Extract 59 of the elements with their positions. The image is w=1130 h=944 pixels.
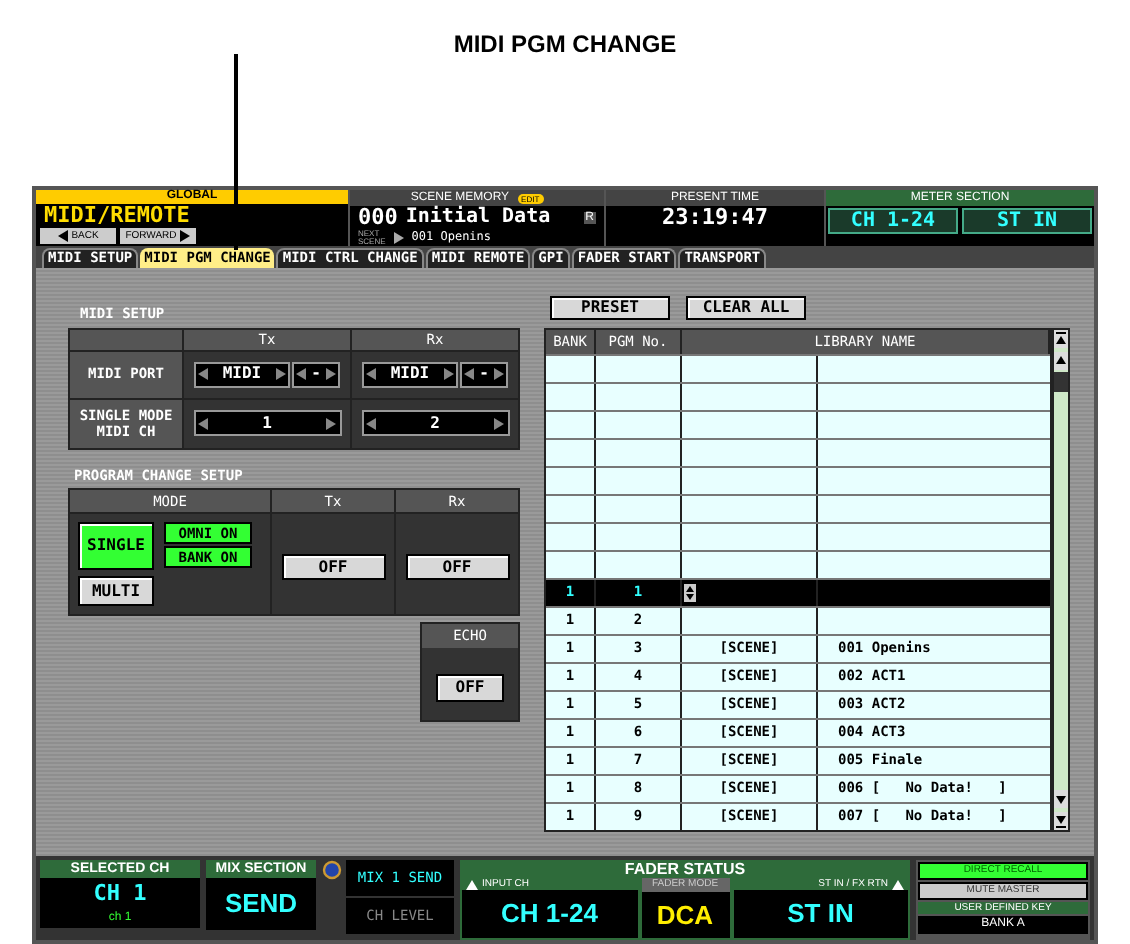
table-row[interactable] xyxy=(546,494,1050,522)
action-button[interactable]: PRESET xyxy=(550,296,670,320)
off-button[interactable]: OFF xyxy=(405,554,509,580)
table-row[interactable] xyxy=(546,550,1050,578)
up-down-arrows-icon[interactable] xyxy=(684,584,696,602)
mix-section-value[interactable]: SEND xyxy=(206,878,316,930)
off-button[interactable]: OFF xyxy=(281,554,385,580)
scroll-thumb[interactable] xyxy=(1054,372,1068,392)
scene-number: 000 xyxy=(358,206,398,228)
left-arrow-icon[interactable] xyxy=(366,368,376,380)
action-button[interactable]: CLEAR ALL xyxy=(686,296,806,320)
value-field[interactable]: - xyxy=(292,361,340,387)
value-field[interactable]: MIDI xyxy=(194,361,290,387)
meter-button[interactable]: ST IN xyxy=(962,208,1092,234)
right-arrow-icon[interactable] xyxy=(325,368,336,380)
mode-button[interactable]: SINGLE xyxy=(78,522,154,570)
left-arrow-icon[interactable] xyxy=(464,368,474,380)
panel-title: FADER STATUS xyxy=(622,860,748,878)
table-row[interactable] xyxy=(546,522,1050,550)
right-arrow-icon[interactable] xyxy=(494,417,505,429)
left-arrow-icon[interactable] xyxy=(198,368,208,380)
echo-button[interactable]: OFF xyxy=(436,674,504,702)
value-field[interactable]: 1 xyxy=(193,410,341,436)
table-row[interactable] xyxy=(546,354,1050,382)
scroll-bar[interactable] xyxy=(1052,328,1070,832)
knob-icon[interactable] xyxy=(322,860,342,880)
left-arrow-icon[interactable] xyxy=(197,417,207,429)
screen-title: MIDI/REMOTE xyxy=(42,204,192,226)
table-row[interactable] xyxy=(546,438,1050,466)
table-row[interactable] xyxy=(546,382,1050,410)
mode-button[interactable]: MULTI xyxy=(78,576,154,606)
right-arrow-icon[interactable] xyxy=(275,368,286,380)
left-arrow-icon[interactable] xyxy=(296,368,306,380)
present-time: 23:19:47 xyxy=(660,206,770,230)
right-arrow-icon xyxy=(393,231,404,243)
st-in-value[interactable]: ST IN xyxy=(733,890,908,938)
up-arrow-icon xyxy=(466,879,478,889)
table-row[interactable] xyxy=(546,466,1050,494)
scroll-to-top-icon[interactable] xyxy=(1054,330,1068,348)
right-arrow-icon[interactable] xyxy=(326,417,337,429)
right-arrow-icon[interactable] xyxy=(443,368,454,380)
up-arrow-icon xyxy=(892,879,904,889)
left-arrow-icon[interactable] xyxy=(57,230,68,242)
left-arrow-icon[interactable] xyxy=(365,417,375,429)
right-arrow-icon[interactable] xyxy=(493,368,504,380)
meter-button[interactable]: CH 1-24 xyxy=(828,208,958,234)
value-field[interactable]: MIDI xyxy=(362,361,458,387)
fader-mode-value: DCA xyxy=(654,898,716,934)
scroll-up-icon[interactable] xyxy=(1054,352,1068,370)
selected-channel[interactable]: CH 1 xyxy=(40,878,200,910)
input-ch-value[interactable]: CH 1-24 xyxy=(462,890,637,938)
callout-label: MIDI PGM CHANGE xyxy=(453,28,677,62)
value-field[interactable]: 2 xyxy=(361,410,509,436)
scene-name: Initial Data xyxy=(405,207,553,227)
scroll-down-icon[interactable] xyxy=(1054,790,1068,808)
scroll-to-bottom-icon[interactable] xyxy=(1054,812,1068,830)
table-row[interactable] xyxy=(546,410,1050,438)
value-field[interactable]: - xyxy=(460,361,508,387)
right-arrow-icon[interactable] xyxy=(180,230,191,242)
